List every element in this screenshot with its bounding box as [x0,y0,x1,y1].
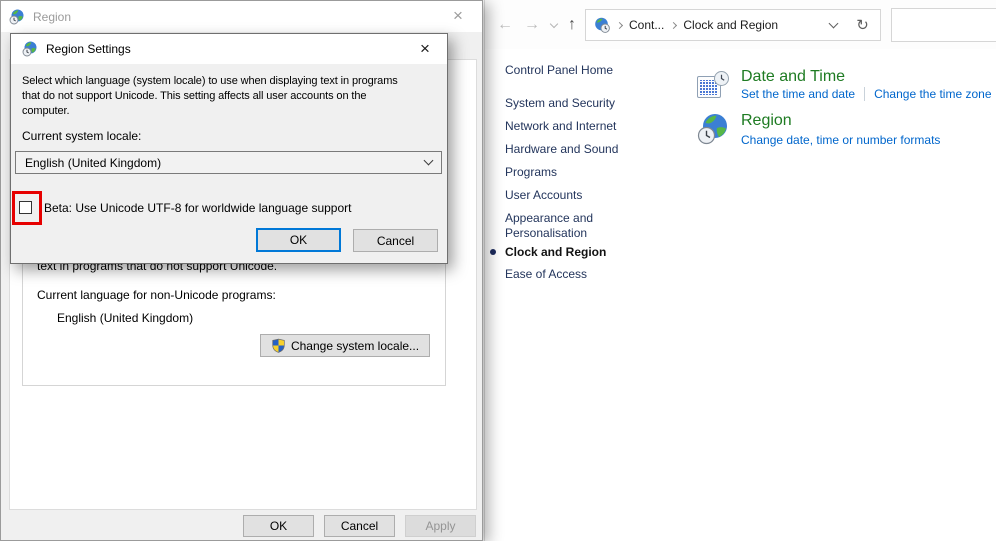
system-locale-select[interactable]: English (United Kingdom) [15,151,442,174]
section-title-region[interactable]: Region [741,112,792,130]
close-icon[interactable]: × [442,3,474,29]
region-settings-title: Region Settings [46,42,131,56]
up-icon[interactable]: ↑ [568,16,576,34]
uac-shield-icon [271,338,286,353]
current-language-value: English (United Kingdom) [57,311,193,325]
refresh-icon: ↻ [856,16,869,34]
ok-button[interactable]: OK [243,515,314,537]
breadcrumb-item-control-panel[interactable]: Cont... [629,18,664,32]
system-locale-value: English (United Kingdom) [25,156,425,170]
sidebar-item-clock-and-region[interactable]: Clock and Region [505,245,606,259]
region-settings-description: Select which language (system locale) to… [22,74,398,119]
link-change-time-zone[interactable]: Change the time zone [874,87,991,101]
section-title-date-and-time[interactable]: Date and Time [741,68,845,86]
region-settings-icon [22,41,38,57]
control-panel-icon [594,17,610,33]
sidebar-item-network-and-internet[interactable]: Network and Internet [505,119,616,133]
sidebar-item-appearance-and-personalisation[interactable]: Appearance and Personalisation [505,211,640,241]
current-language-label: Current language for non-Unicode program… [37,288,276,302]
region-icon [9,9,25,25]
control-panel-window: ← → ↑ Cont... Clock and Region [484,0,996,541]
breadcrumb-dropdown-chevron-icon[interactable] [829,18,839,28]
cancel-button[interactable]: Cancel [324,515,395,537]
refresh-button[interactable]: ↻ [845,9,881,41]
link-set-time-and-date[interactable]: Set the time and date [741,87,855,101]
change-system-locale-button[interactable]: Change system locale... [260,334,430,357]
breadcrumb-separator-icon [616,21,623,28]
search-box [891,8,996,42]
breadcrumb-separator-icon [670,21,677,28]
region-section-icon [697,113,729,148]
beta-utf8-checkbox[interactable] [19,201,32,214]
sidebar-item-programs[interactable]: Programs [505,165,557,179]
sidebar-item-home[interactable]: Control Panel Home [505,63,613,77]
region-dialog-titlebar: Region [1,1,482,32]
forward-icon[interactable]: → [524,16,540,34]
sidebar-item-user-accounts[interactable]: User Accounts [505,188,582,202]
search-input[interactable] [892,9,996,41]
beta-utf8-label: Beta: Use Unicode UTF-8 for worldwide la… [44,201,352,215]
back-icon[interactable]: ← [497,16,513,34]
sidebar-item-system-and-security[interactable]: System and Security [505,96,615,110]
region-dialog-title: Region [33,10,71,24]
region-settings-titlebar: Region Settings [11,34,447,64]
chevron-down-icon [424,156,434,166]
sidebar-item-ease-of-access[interactable]: Ease of Access [505,267,587,281]
navigation-bar: ← → ↑ Cont... Clock and Region [485,0,996,49]
apply-button[interactable]: Apply [405,515,476,537]
close-icon[interactable]: × [409,36,441,61]
active-item-bullet-icon [490,249,496,255]
breadcrumb: Cont... Clock and Region [585,9,846,41]
link-change-formats[interactable]: Change date, time or number formats [741,133,940,147]
region-settings-dialog: Region Settings × Select which language … [10,33,448,264]
date-time-icon [697,70,729,105]
ok-button[interactable]: OK [256,228,341,252]
cancel-button[interactable]: Cancel [353,229,438,252]
breadcrumb-item-current[interactable]: Clock and Region [683,18,778,32]
sidebar-item-hardware-and-sound[interactable]: Hardware and Sound [505,142,618,156]
current-system-locale-label: Current system locale: [22,129,141,143]
link-separator [864,87,865,101]
recent-pages-chevron-icon[interactable] [550,19,558,27]
change-system-locale-label: Change system locale... [291,339,419,353]
